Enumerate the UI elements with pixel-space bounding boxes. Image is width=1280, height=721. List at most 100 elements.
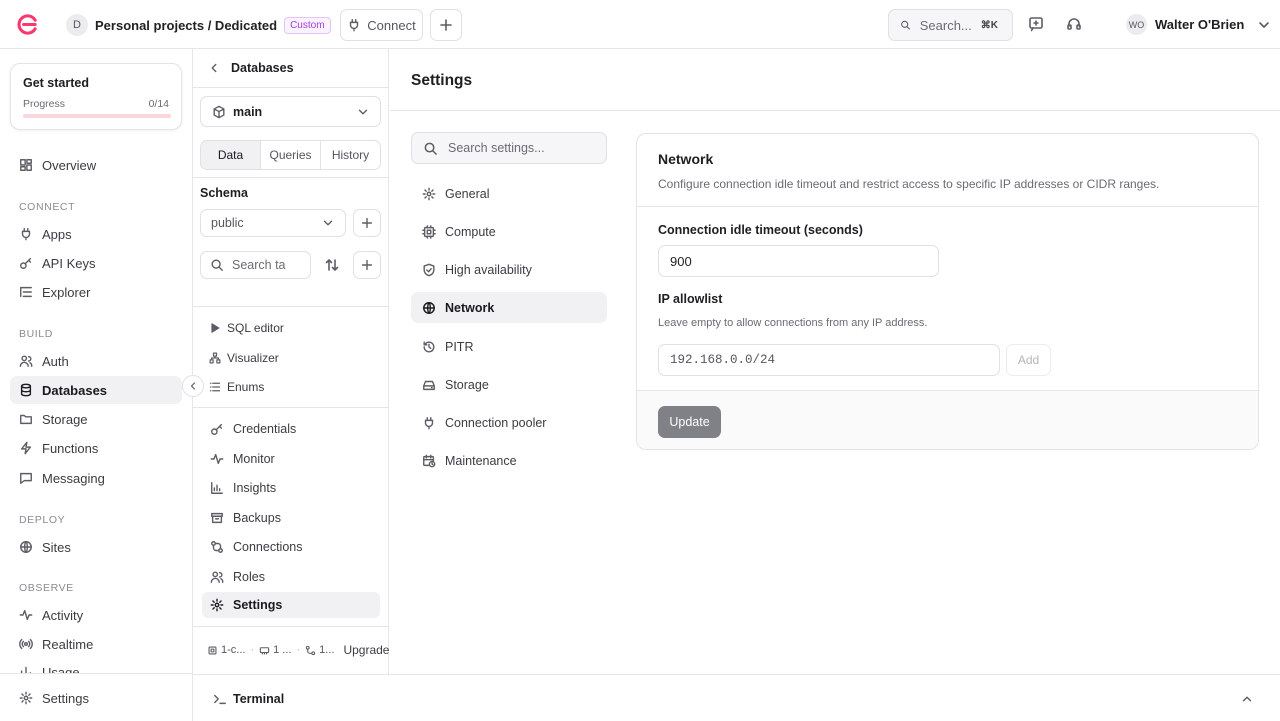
settings-nav-compute[interactable]: Compute [411, 216, 607, 247]
plus-icon [361, 217, 373, 229]
timeout-label: Connection idle timeout (seconds) [658, 223, 863, 237]
tool-visualizer[interactable]: Visualizer [209, 351, 279, 365]
settings-nav-pitr[interactable]: PITR [411, 331, 607, 362]
sidebar-item-auth[interactable]: Auth [10, 347, 182, 375]
chevron-left-icon[interactable] [207, 61, 221, 75]
sidebar-item-messaging[interactable]: Messaging [10, 464, 182, 492]
sidebar-item-apps[interactable]: Apps [10, 220, 182, 248]
settings-nav-network[interactable]: Network [411, 292, 607, 323]
settings-nav-label: Storage [445, 377, 489, 392]
ip-address-input[interactable] [658, 344, 1000, 376]
settings-nav-connection-pooler[interactable]: Connection pooler [411, 407, 607, 438]
lightning-icon [20, 441, 32, 455]
connect-button[interactable]: Connect [340, 9, 423, 41]
collapse-sidebar-button[interactable] [182, 375, 204, 397]
tool-sql-editor[interactable]: SQL editor [209, 321, 284, 335]
chevron-left-icon [190, 382, 196, 390]
history-icon [423, 340, 435, 352]
tool-enums[interactable]: Enums [209, 380, 264, 394]
tab-queries[interactable]: Queries [261, 141, 321, 169]
activity-icon [210, 453, 224, 465]
settings-search-input[interactable]: Search settings... [411, 132, 607, 164]
ip-allowlist-label: IP allowlist [658, 292, 723, 306]
add-button[interactable] [430, 9, 462, 41]
settings-nav-general[interactable]: General [411, 178, 607, 209]
terminal-bar[interactable]: Terminal [193, 674, 1280, 721]
add-ip-button[interactable]: Add [1006, 344, 1051, 376]
db-nav-insights[interactable]: Insights [202, 475, 380, 501]
settings-nav-label: Network [445, 300, 495, 315]
sidebar-item-realtime[interactable]: Realtime [10, 630, 182, 658]
settings-nav-maintenance[interactable]: Maintenance [411, 445, 607, 476]
settings-nav-high-availability[interactable]: High availability [411, 254, 607, 285]
schema-select[interactable]: public [200, 209, 346, 237]
sort-icon[interactable] [324, 257, 340, 273]
project-switcher[interactable]: D Personal projects / Dedicated Custom [66, 12, 357, 38]
sidebar-item-overview[interactable]: Overview [10, 151, 182, 179]
network-settings-card: Network Configure connection idle timeou… [636, 133, 1259, 450]
sidebar-item-label: Overview [42, 157, 97, 173]
plan-badge: Custom [284, 16, 331, 34]
db-nav-label: Settings [233, 598, 283, 612]
sidebar-item-label: Storage [42, 411, 88, 427]
timeout-input[interactable] [658, 245, 939, 277]
db-nav-label: Monitor [233, 452, 275, 466]
chevron-up-icon[interactable] [1240, 692, 1254, 706]
divider [637, 206, 1258, 207]
db-nav-settings[interactable]: Settings [202, 592, 380, 618]
user-menu[interactable]: WO Walter O'Brien [1126, 14, 1272, 35]
divider [193, 177, 389, 178]
sidebar-item-explorer[interactable]: Explorer [10, 278, 182, 306]
key-icon [20, 257, 32, 269]
search-icon [424, 142, 437, 155]
plug-icon [21, 228, 31, 241]
update-button[interactable]: Update [658, 406, 721, 438]
sidebar-item-label: Functions [42, 440, 99, 456]
global-search-button[interactable]: Search... ⌘K [888, 9, 1013, 41]
sidebar-item-label: Realtime [42, 636, 94, 652]
db-nav-connections[interactable]: Connections [202, 534, 380, 560]
cpu-icon [422, 224, 436, 239]
database-select[interactable]: main [200, 96, 381, 127]
feedback-icon[interactable] [1028, 16, 1044, 32]
db-nav-roles[interactable]: Roles [202, 564, 380, 590]
db-nav-label: Insights [233, 481, 277, 495]
archive-icon [211, 512, 223, 524]
table-search-input[interactable]: Search ta [200, 251, 311, 279]
shield-check-icon [423, 263, 435, 276]
sidebar-item-label: Messaging [42, 470, 105, 486]
org-avatar: D [66, 14, 88, 36]
sidebar: Get started Progress 0/14 Overview CONNE… [0, 49, 193, 721]
appwrite-logo-icon[interactable] [15, 13, 38, 36]
sidebar-item-label: Activity [42, 607, 84, 623]
tab-data[interactable]: Data [201, 141, 261, 169]
sidebar-item-sites[interactable]: Sites [10, 533, 182, 561]
sidebar-item-functions[interactable]: Functions [10, 434, 182, 462]
gear-icon [422, 187, 436, 200]
section-observe-heading: OBSERVE [19, 582, 74, 594]
search-placeholder: Search... [919, 17, 972, 33]
settings-nav-storage[interactable]: Storage [411, 369, 607, 400]
db-nav-credentials[interactable]: Credentials [202, 416, 380, 442]
sidebar-item-label: Sites [42, 539, 71, 555]
sidebar-item-activity[interactable]: Activity [10, 601, 182, 629]
support-headset-icon[interactable] [1066, 16, 1082, 32]
sidebar-item-settings[interactable]: Settings [10, 684, 182, 712]
progress-label: Progress [23, 98, 66, 110]
diagram-icon [209, 352, 221, 364]
get-started-card[interactable]: Get started Progress 0/14 [10, 63, 182, 130]
add-table-button[interactable] [353, 251, 381, 279]
sidebar-item-api-keys[interactable]: API Keys [10, 249, 182, 277]
sidebar-item-databases[interactable]: Databases [10, 376, 182, 404]
db-nav-monitor[interactable]: Monitor [202, 446, 380, 472]
gear-icon [19, 691, 33, 705]
user-name: Walter O'Brien [1155, 17, 1245, 32]
plug-icon [424, 416, 434, 429]
add-schema-button[interactable] [353, 209, 381, 237]
db-nav-backups[interactable]: Backups [202, 505, 380, 531]
sidebar-item-storage[interactable]: Storage [10, 405, 182, 433]
tab-history[interactable]: History [321, 141, 380, 169]
upgrade-link[interactable]: Upgrade [343, 643, 389, 657]
sidebar-item-usage[interactable]: Usage [10, 659, 182, 673]
user-avatar: WO [1126, 14, 1147, 35]
